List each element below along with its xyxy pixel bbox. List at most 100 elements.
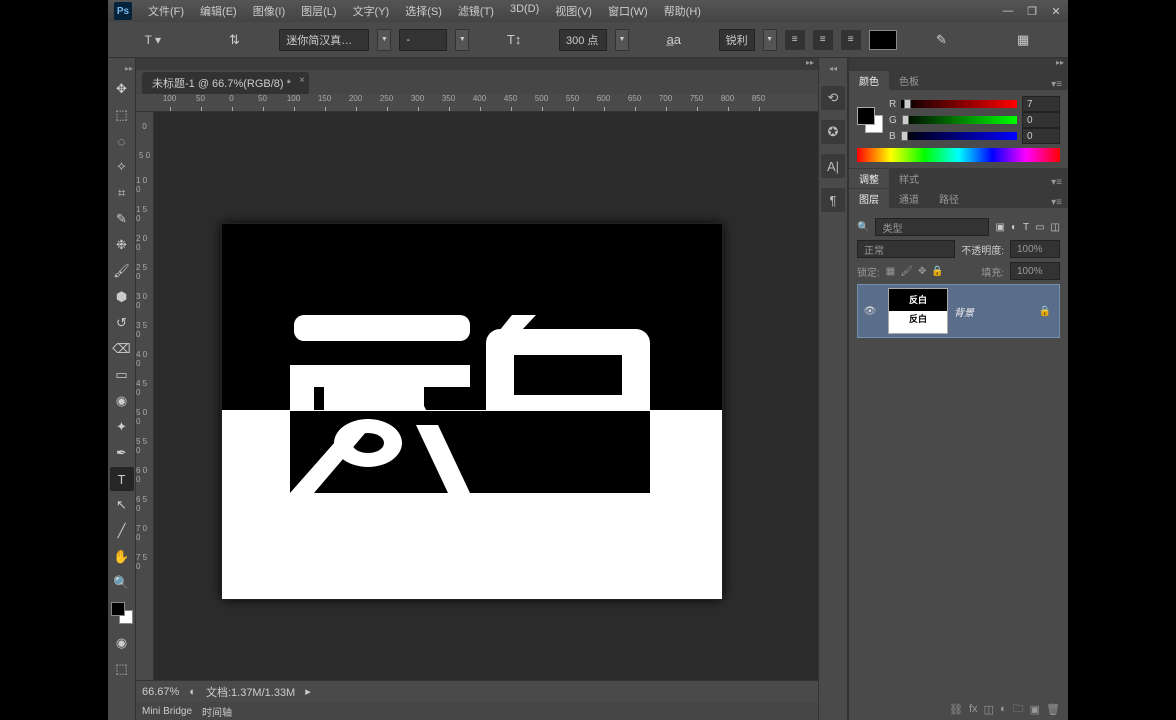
link-layers-icon[interactable]: ⛓ — [949, 703, 963, 716]
g-value-input[interactable] — [1022, 112, 1060, 128]
lock-position-icon[interactable]: ✥ — [918, 266, 926, 277]
status-arrow-icon[interactable]: ▸ — [305, 685, 311, 698]
pen-tool[interactable]: ✒ — [110, 441, 134, 465]
swatches-tab[interactable]: 色板 — [889, 71, 929, 90]
font-size-dropdown[interactable]: 300 点 — [559, 29, 607, 51]
r-slider[interactable] — [901, 100, 1017, 108]
foreground-swatch[interactable] — [111, 602, 125, 616]
minimize-button[interactable]: — — [996, 2, 1020, 20]
align-right-button[interactable]: ≡ — [841, 30, 861, 50]
blend-mode-dropdown[interactable]: 正常 — [857, 240, 955, 258]
layers-tab[interactable]: 图层 — [849, 189, 889, 208]
b-value-input[interactable] — [1022, 128, 1060, 144]
gradient-tool[interactable]: ▭ — [110, 363, 134, 387]
styles-tab[interactable]: 样式 — [889, 169, 929, 188]
layer-visibility-icon[interactable]: 👁 — [858, 306, 882, 317]
delete-layer-icon[interactable]: 🗑 — [1046, 703, 1060, 716]
timeline-tab[interactable]: 时间轴 — [202, 704, 232, 719]
type-tool[interactable]: T — [110, 467, 134, 491]
paragraph-panel-icon[interactable]: ¶ — [821, 188, 845, 212]
menu-layer[interactable]: 图层(L) — [293, 1, 344, 21]
color-spectrum[interactable] — [857, 148, 1060, 162]
blur-tool[interactable]: ◉ — [110, 389, 134, 413]
screen-mode-button[interactable]: ⬚ — [110, 657, 134, 681]
panel-menu-icon[interactable]: ▾≡ — [1051, 177, 1068, 188]
b-slider[interactable] — [901, 132, 1017, 140]
paths-tab[interactable]: 路径 — [929, 189, 969, 208]
hand-tool[interactable]: ✋ — [110, 545, 134, 569]
layer-thumbnail[interactable]: 反白 反白 — [888, 288, 948, 334]
zoom-tool[interactable]: 🔍 — [110, 571, 134, 595]
r-value-input[interactable] — [1022, 96, 1060, 112]
layer-mask-icon[interactable]: ◫ — [984, 703, 994, 716]
eyedropper-tool[interactable]: ✎ — [110, 207, 134, 231]
lock-pixels-icon[interactable]: 🖌 — [900, 266, 913, 277]
fg-bg-big-swatch[interactable] — [857, 107, 883, 133]
document-tab-close-icon[interactable]: × — [299, 75, 305, 86]
layer-name[interactable]: 背景 — [954, 304, 974, 319]
font-size-arrow-icon[interactable]: ▼ — [615, 29, 629, 51]
filter-adjust-icon[interactable]: ◐ — [1011, 222, 1017, 233]
font-family-dropdown[interactable]: 迷你简汉真… — [279, 29, 369, 51]
shape-tool[interactable]: ╱ — [110, 519, 134, 543]
layer-fx-icon[interactable]: fx — [969, 703, 978, 715]
menu-type[interactable]: 文字(Y) — [345, 1, 398, 21]
mini-bridge-tab[interactable]: Mini Bridge — [142, 706, 192, 717]
layer-filter-dropdown[interactable]: 类型 — [875, 218, 989, 236]
doc-collapse-icon[interactable]: ▸▸ — [136, 58, 818, 70]
filter-shape-icon[interactable]: ▭ — [1035, 222, 1044, 233]
menu-file[interactable]: 文件(F) — [140, 1, 192, 21]
menu-help[interactable]: 帮助(H) — [656, 1, 709, 21]
menu-select[interactable]: 选择(S) — [397, 1, 450, 21]
healing-brush-tool[interactable]: ❉ — [110, 233, 134, 257]
menu-edit[interactable]: 编辑(E) — [192, 1, 245, 21]
status-info-icon[interactable]: ◐ — [189, 686, 196, 698]
panels-collapse-icon[interactable]: ▸▸ — [849, 58, 1068, 70]
menu-3d[interactable]: 3D(D) — [502, 1, 547, 21]
font-style-dropdown[interactable]: - — [399, 29, 447, 51]
clone-stamp-tool[interactable]: ⬢ — [110, 285, 134, 309]
canvas-viewport[interactable]: ↖ — [154, 112, 818, 680]
adjustments-tab[interactable]: 调整 — [849, 169, 889, 188]
toolbox-collapse-icon[interactable]: ▸▸ — [108, 64, 135, 76]
maximize-button[interactable]: ❐ — [1020, 2, 1044, 20]
quick-mask-button[interactable]: ◉ — [110, 631, 134, 655]
foreground-background-colors[interactable] — [111, 602, 133, 624]
history-panel-icon[interactable]: ⟲ — [821, 86, 845, 110]
panel-menu-icon[interactable]: ▾≡ — [1051, 197, 1068, 208]
menu-image[interactable]: 图像(I) — [245, 1, 293, 21]
strip-collapse-icon[interactable]: ◂◂ — [829, 64, 837, 76]
fill-dropdown[interactable]: 100% — [1010, 262, 1060, 280]
panel-menu-icon[interactable]: ▾≡ — [1051, 79, 1068, 90]
opacity-dropdown[interactable]: 100% — [1010, 240, 1060, 258]
filter-pixel-icon[interactable]: ▣ — [995, 222, 1004, 233]
lasso-tool[interactable]: ◌ — [110, 129, 134, 153]
character-panel-button[interactable]: ▦ — [1011, 28, 1035, 52]
lock-transparent-icon[interactable]: ▦ — [886, 266, 895, 277]
filter-smart-icon[interactable]: ◫ — [1051, 222, 1060, 233]
document-tab[interactable]: 未标题-1 @ 66.7%(RGB/8) * × — [142, 72, 309, 94]
menu-filter[interactable]: 滤镜(T) — [450, 1, 502, 21]
antialias-dropdown[interactable]: 锐利 — [719, 29, 755, 51]
font-family-arrow-icon[interactable]: ▼ — [377, 29, 391, 51]
dodge-tool[interactable]: ✦ — [110, 415, 134, 439]
zoom-level[interactable]: 66.67% — [142, 686, 179, 698]
new-layer-icon[interactable]: ▣ — [1030, 703, 1040, 716]
text-color-swatch[interactable] — [869, 30, 897, 50]
adjustment-layer-icon[interactable]: ◐ — [1000, 703, 1007, 715]
properties-panel-icon[interactable]: ✪ — [821, 120, 845, 144]
g-slider[interactable] — [902, 116, 1017, 124]
history-brush-tool[interactable]: ↺ — [110, 311, 134, 335]
magic-wand-tool[interactable]: ✧ — [110, 155, 134, 179]
lock-all-icon[interactable]: 🔒 — [931, 266, 943, 277]
text-orientation-button[interactable]: ⇅ — [222, 28, 246, 52]
font-style-arrow-icon[interactable]: ▼ — [455, 29, 469, 51]
character-panel-icon[interactable]: A| — [821, 154, 845, 178]
align-left-button[interactable]: ≡ — [785, 30, 805, 50]
layer-item-background[interactable]: 👁 反白 反白 背景 🔒 — [857, 284, 1060, 338]
marquee-tool[interactable]: ⬚ — [110, 103, 134, 127]
menu-window[interactable]: 窗口(W) — [600, 1, 656, 21]
close-button[interactable]: ✕ — [1044, 2, 1068, 20]
path-select-tool[interactable]: ↖ — [110, 493, 134, 517]
antialias-arrow-icon[interactable]: ▼ — [763, 29, 777, 51]
